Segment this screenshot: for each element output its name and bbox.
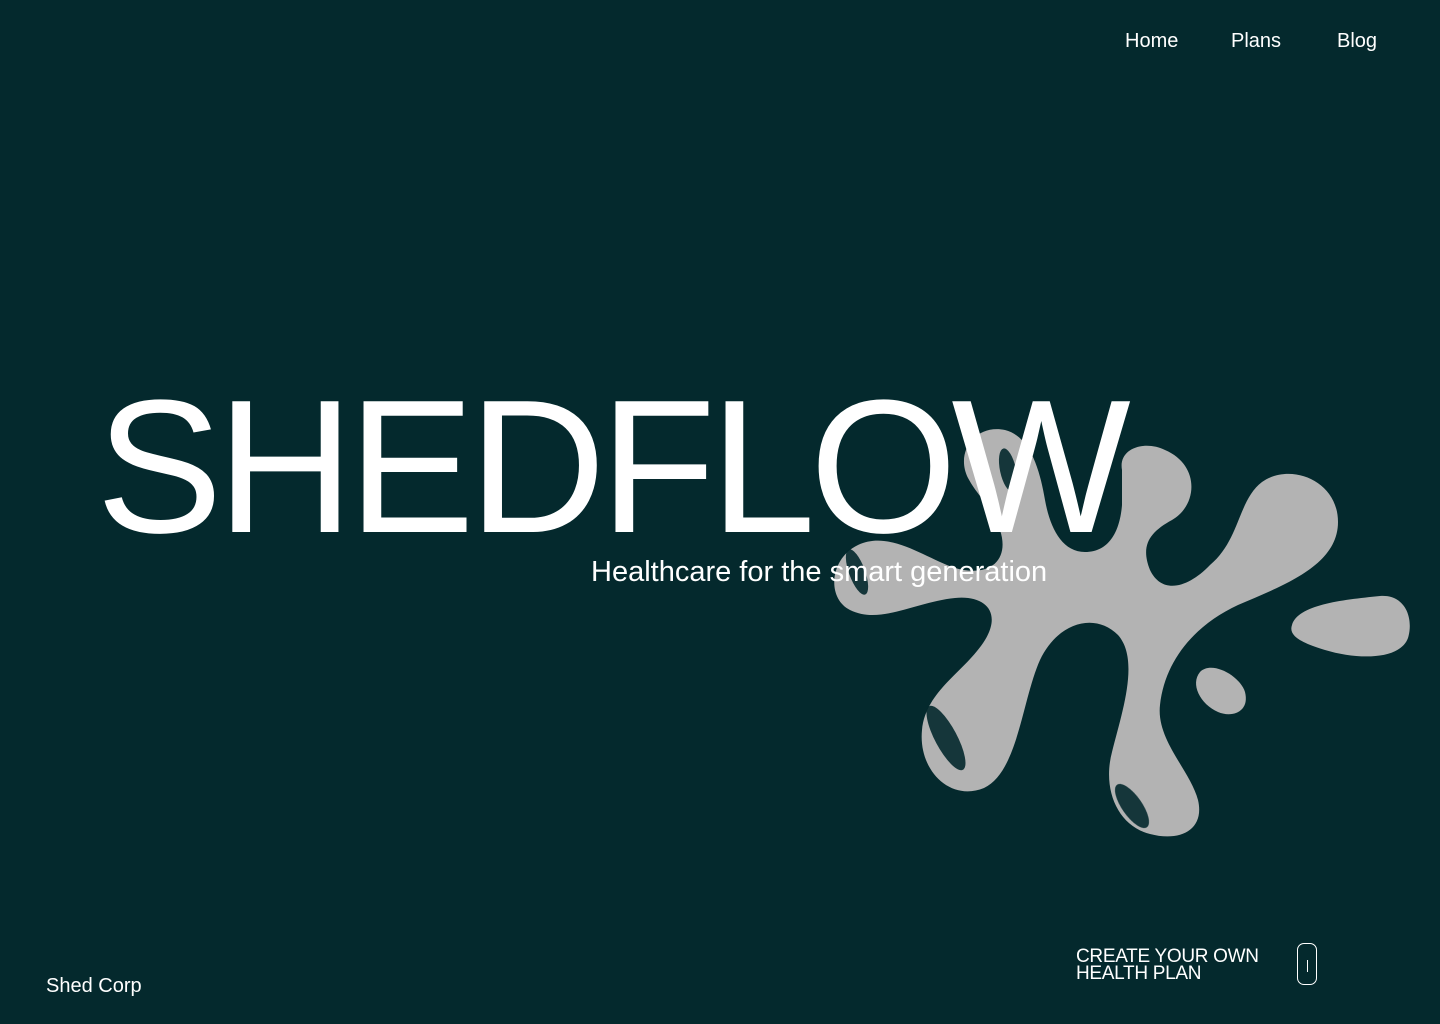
cta-label[interactable]: CREATE YOUR OWN HEALTH PLAN <box>1076 947 1259 984</box>
cta-label-line-2: HEALTH PLAN <box>1076 963 1202 984</box>
nav-home-link[interactable]: Home <box>1125 30 1178 53</box>
scroll-indicator-line <box>1307 960 1308 972</box>
nav-blog-link[interactable]: Blog <box>1337 30 1377 53</box>
footer-brand: Shed Corp <box>46 975 142 997</box>
nav-plans-link[interactable]: Plans <box>1231 30 1281 53</box>
create-health-plan-cta[interactable]: CREATE YOUR OWN HEALTH PLAN <box>1076 942 1326 988</box>
hero-tagline: Healthcare for the smart generation <box>591 556 1048 588</box>
main-nav: Home Plans Blog <box>0 30 1440 60</box>
hero-title: SHEDFLOW <box>96 361 1131 573</box>
scroll-indicator-icon[interactable] <box>1297 943 1317 985</box>
